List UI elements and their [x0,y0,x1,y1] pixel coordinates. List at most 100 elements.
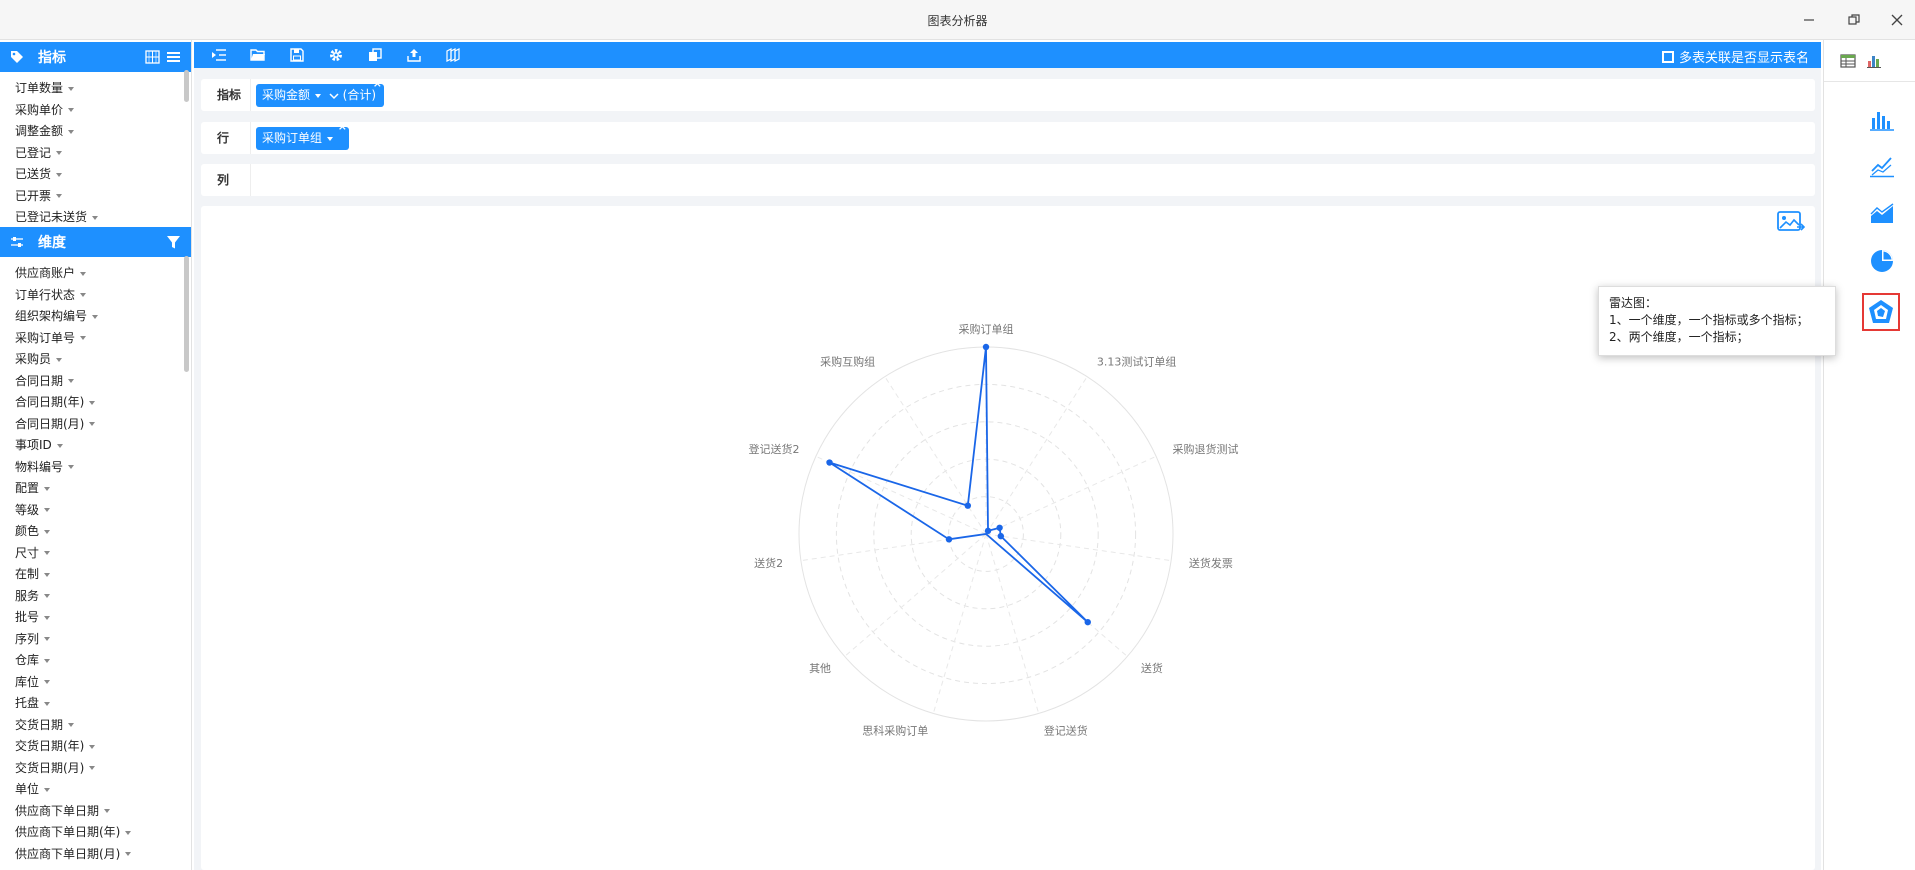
caret-down-icon[interactable] [89,744,96,749]
caret-down-icon[interactable] [89,766,96,770]
caret-down-icon[interactable] [68,129,75,134]
dimension-item[interactable]: 采购员 [15,349,191,371]
caret-down-icon[interactable] [44,637,51,641]
export-button[interactable] [401,44,427,66]
caret-down-icon[interactable] [44,680,51,684]
caret-down-icon[interactable] [44,529,51,534]
filter-icon[interactable] [166,235,181,250]
caret-down-icon[interactable] [89,422,96,426]
grid-view-icon[interactable] [145,50,160,64]
remove-metric-icon[interactable]: × [373,78,382,90]
metric-item[interactable]: 已送货 [15,164,191,186]
row-chip-caret-icon[interactable] [327,136,334,141]
metric-item[interactable]: 已登记未送货 [15,207,191,227]
dimension-item[interactable]: 交货日期 [15,715,191,737]
dimension-item[interactable]: 合同日期(月) [15,414,191,436]
metrics-scrollbar[interactable] [184,70,189,102]
caret-down-icon[interactable] [125,852,132,856]
caret-down-icon[interactable] [56,172,63,177]
dimension-item[interactable]: 托盘 [15,693,191,715]
dimension-item[interactable]: 合同日期 [15,371,191,393]
multi-table-checkbox[interactable] [1661,50,1674,63]
metric-item[interactable]: 采购单价 [15,100,191,122]
row-chip[interactable]: 采购订单组 × [256,121,349,150]
layers-button[interactable] [440,44,466,66]
dimension-item[interactable]: 采购订单号 [15,328,191,350]
settings-button[interactable] [323,44,349,66]
metric-chip[interactable]: 采购金额 (合计) × [256,78,384,107]
row-drop-zone[interactable]: 行 采购订单组 × [201,121,1815,154]
dimension-item[interactable]: 事项ID [15,435,191,457]
dimension-item[interactable]: 颜色 [15,521,191,543]
dimension-item[interactable]: 供应商下单日期 [15,801,191,823]
caret-down-icon[interactable] [44,486,51,491]
dimensions-scrollbar[interactable] [184,256,189,372]
indent-button[interactable] [206,44,232,66]
table-view-icon[interactable] [1840,53,1856,69]
restore-button[interactable] [1841,8,1867,32]
dimension-item[interactable]: 供应商账户 [15,263,191,285]
chart-view-icon[interactable] [1866,53,1882,69]
caret-down-icon[interactable] [44,701,51,706]
area-chart-type[interactable] [1864,196,1900,232]
caret-down-icon[interactable] [56,443,63,448]
dimension-item[interactable]: 物料编号 [15,457,191,479]
close-button[interactable] [1884,8,1910,32]
dimension-item[interactable]: 合同日期(年) [15,392,191,414]
caret-down-icon[interactable] [44,594,51,598]
list-view-icon[interactable] [166,50,181,64]
caret-down-icon[interactable] [44,615,51,620]
caret-down-icon[interactable] [56,151,63,155]
caret-down-icon[interactable] [44,572,51,577]
metric-chip-caret-icon[interactable] [315,93,322,98]
caret-down-icon[interactable] [44,508,51,512]
caret-down-icon[interactable] [44,551,51,555]
metric-item[interactable]: 已开票 [15,186,191,208]
caret-down-icon[interactable] [92,314,99,319]
radar-chart-type[interactable] [1862,293,1900,331]
copy-button[interactable] [362,44,388,66]
dimension-item[interactable]: 批号 [15,607,191,629]
caret-down-icon[interactable] [92,215,99,220]
dimension-item[interactable]: 配置 [15,478,191,500]
caret-down-icon[interactable] [56,357,63,362]
metric-drop-zone[interactable]: 指标 采购金额 (合计) × [201,78,1815,111]
caret-down-icon[interactable] [44,658,51,663]
line-chart-type[interactable] [1864,148,1900,184]
column-drop-zone[interactable]: 列 [201,164,1815,196]
metric-item[interactable]: 已登记 [15,143,191,165]
caret-down-icon[interactable] [68,86,75,91]
caret-down-icon[interactable] [44,787,51,792]
bar-chart-type[interactable] [1864,102,1900,138]
pie-chart-type[interactable] [1864,243,1900,279]
caret-down-icon[interactable] [56,194,63,198]
dimension-item[interactable]: 订单行状态 [15,285,191,307]
caret-down-icon[interactable] [125,830,132,835]
open-button[interactable] [245,44,271,66]
dimension-item[interactable]: 交货日期(月) [15,758,191,780]
dimension-item[interactable]: 单位 [15,779,191,801]
caret-down-icon[interactable] [89,400,96,405]
dimension-item[interactable]: 库位 [15,672,191,694]
caret-down-icon[interactable] [68,723,75,727]
metric-item[interactable]: 调整金额 [15,121,191,143]
chevron-down-icon[interactable] [329,92,339,100]
caret-down-icon[interactable] [68,379,75,383]
dimension-item[interactable]: 尺寸 [15,543,191,565]
caret-down-icon[interactable] [80,271,87,276]
dimension-item[interactable]: 供应商下单日期(月) [15,844,191,866]
dimension-item[interactable]: 在制 [15,564,191,586]
save-button[interactable] [284,44,310,66]
remove-row-icon[interactable]: × [338,121,347,133]
multi-table-toggle[interactable]: 多表关联是否显示表名 [1661,47,1809,66]
caret-down-icon[interactable] [80,336,87,340]
minimize-button[interactable] [1796,8,1822,32]
dimension-item[interactable]: 供应商下单日期(年) [15,822,191,844]
dimension-item[interactable]: 序列 [15,629,191,651]
caret-down-icon[interactable] [68,465,75,469]
metric-item[interactable]: 订单数量 [15,78,191,100]
dimension-item[interactable]: 仓库 [15,650,191,672]
caret-down-icon[interactable] [80,293,87,297]
dimension-item[interactable]: 服务 [15,586,191,608]
caret-down-icon[interactable] [104,809,111,813]
